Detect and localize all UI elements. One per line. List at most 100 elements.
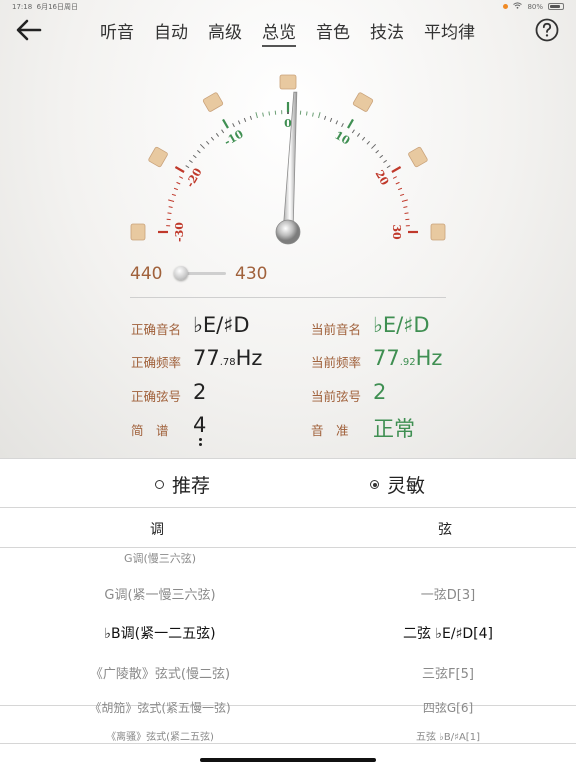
current-freq-label: 当前频率 [311, 355, 362, 370]
gauge-tick [210, 136, 215, 141]
reference-pitch-right: 430 [235, 264, 268, 284]
gauge-marker [148, 146, 168, 168]
picker-row[interactable]: G调(慢三六弦) [0, 550, 576, 566]
gauge-tick [366, 141, 371, 145]
correct-freq-value: 77.78Hz [193, 346, 263, 370]
tuning-picker[interactable]: G调(慢三六弦) G调(紧一慢三六弦) 一弦D[3] ♭B调(紧一二五弦) 二弦 ♭E/… [0, 550, 576, 750]
radio-empty-icon [155, 480, 164, 489]
gauge-tick [361, 136, 366, 141]
gauge-scale-label: -30 [173, 222, 186, 242]
gauge-tick [232, 123, 235, 128]
gauge-marker [408, 146, 428, 168]
gauge-tick [243, 117, 247, 123]
reference-slider-knob[interactable] [174, 266, 188, 280]
reference-pitch-left: 440 [130, 264, 163, 284]
mode-selector: 推荐 灵敏 [0, 458, 576, 508]
wifi-icon [513, 2, 523, 11]
string-option[interactable]: 四弦G[6] [368, 699, 528, 716]
correct-string-label: 正确弦号 [131, 389, 182, 404]
current-string-value: 2 [373, 380, 387, 404]
gauge-marker [279, 74, 297, 90]
gauge-scale-label: -20 [183, 166, 204, 190]
gauge-tick [341, 123, 344, 128]
jianpu-label: 简 谱 [131, 423, 169, 438]
gauge-tick [199, 143, 205, 149]
gauge-tick [401, 199, 408, 202]
key-option[interactable]: 《胡笳》弦式(紧五慢一弦) [70, 699, 250, 716]
question-circle-icon [535, 18, 559, 42]
current-note-label: 当前音名 [311, 322, 362, 337]
pitch-status-value: 正常 [373, 417, 415, 441]
gauge-tick [371, 143, 377, 149]
gauge-tick [197, 149, 201, 154]
string-option[interactable]: 一弦D[3] [368, 584, 528, 603]
gauge-tick [305, 111, 308, 116]
gauge-tick [176, 181, 181, 185]
gauge-marker [430, 223, 446, 241]
status-time-date: 17:18 6月16日周日 [12, 3, 79, 11]
table-header: 调 弦 [0, 508, 576, 548]
gauge-scale-label: 30 [390, 224, 403, 240]
gauge-tick [173, 187, 179, 191]
current-note-value: ♭E/♯D [373, 313, 430, 337]
gauge-tick [379, 154, 384, 159]
gauge-tick [168, 206, 173, 208]
gauge-tick [171, 193, 176, 197]
key-option[interactable]: ♭B调(紧一二五弦) [70, 623, 250, 643]
gauge-scale-label: -10 [222, 127, 246, 148]
gauge-tick [179, 176, 184, 179]
gauge-tick [392, 176, 397, 179]
string-option[interactable]: 三弦F[5] [368, 663, 528, 682]
gauge-tick [221, 129, 225, 134]
current-freq-value: 77.92Hz [373, 346, 443, 370]
gauge-tick [356, 133, 361, 137]
mode-recommended-label: 推荐 [172, 475, 211, 497]
pitch-label: 音 准 [311, 423, 349, 438]
gauge-major-tick [391, 166, 402, 173]
picker-row[interactable]: G调(紧一慢三六弦) 一弦D[3] [0, 584, 576, 603]
gauge-marker [202, 92, 224, 112]
gauge-tick [168, 199, 175, 202]
gauge-needle [282, 91, 298, 233]
key-column-header: 调 [150, 522, 164, 538]
string-option[interactable]: 五弦 ♭B/♯A[1] [368, 728, 528, 743]
picker-row[interactable]: 《胡笳》弦式(紧五慢一弦) 四弦G[6] [0, 699, 576, 715]
gauge-tick [351, 129, 355, 134]
string-column-header: 弦 [438, 522, 452, 538]
key-option[interactable]: 《离骚》弦式(紧二五弦) [70, 728, 250, 743]
jianpu-low-dot [199, 438, 202, 441]
gauge-tick [237, 120, 241, 125]
gauge-tick [262, 112, 264, 117]
gauge-tick [383, 159, 387, 164]
gauge-tick [215, 133, 220, 137]
key-option[interactable]: 《广陵散》弦式(慢二弦) [70, 663, 250, 682]
picker-row[interactable]: 《广陵散》弦式(慢二弦) 三弦F[5] [0, 663, 576, 682]
location-dot-icon [503, 4, 509, 9]
gauge-tick [395, 181, 400, 185]
current-string-label: 当前弦号 [311, 389, 362, 404]
battery-percent: 80% [527, 2, 543, 11]
key-option[interactable]: G调(紧一慢三六弦) [70, 584, 250, 603]
divider [130, 297, 446, 298]
gauge-major-tick [347, 118, 354, 129]
mode-sensitive[interactable]: 灵敏 [370, 471, 425, 498]
correct-note-value: ♭E/♯D [193, 313, 250, 337]
gauge-tick [185, 165, 190, 169]
jianpu-value: 4 [193, 413, 207, 437]
string-option[interactable]: 二弦 ♭E/♯D[4] [368, 623, 528, 643]
gauge-major-tick [174, 166, 185, 173]
picker-row-selected[interactable]: ♭B调(紧一二五弦) 二弦 ♭E/♯D[4] [0, 623, 576, 643]
gauge-tick [400, 193, 405, 197]
gauge-scale-label: 20 [373, 168, 392, 188]
help-button[interactable] [535, 18, 559, 42]
tuner-panel: 17:18 6月16日周日 80% 听音 自动 高级 总览 音色 技法 平均律 [0, 0, 576, 458]
gauge-tick [329, 117, 333, 123]
gauge-tick [386, 165, 391, 169]
gauge-scale-label: 10 [332, 129, 352, 148]
gauge-tick [397, 187, 403, 191]
correct-note-label: 正确音名 [131, 322, 182, 337]
battery-icon [548, 3, 564, 10]
mode-recommended[interactable]: 推荐 [155, 471, 210, 498]
picker-row[interactable]: 《离骚》弦式(紧二五弦) 五弦 ♭B/♯A[1] [0, 728, 576, 743]
key-option[interactable]: G调(慢三六弦) [70, 550, 250, 566]
